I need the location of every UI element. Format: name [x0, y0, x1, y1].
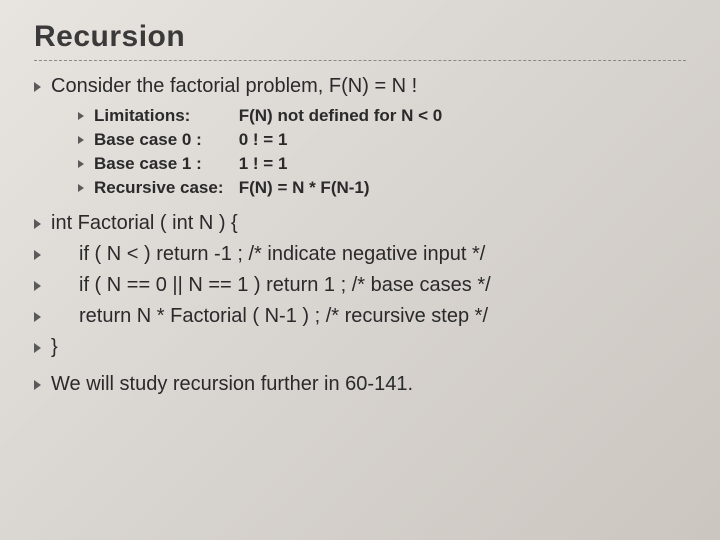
- sub-text: Base case 0 : 0 ! = 1: [94, 130, 287, 150]
- sub-label: Limitations:: [94, 106, 234, 126]
- triangle-bullet-icon: [34, 281, 41, 291]
- triangle-bullet-icon: [34, 250, 41, 260]
- code-line: return N * Factorial ( N-1 ) ; /* recurs…: [34, 305, 686, 328]
- closing-bullet: We will study recursion further in 60-14…: [34, 373, 686, 396]
- slide-title: Recursion: [34, 20, 686, 54]
- code-block: int Factorial ( int N ) { if ( N < ) ret…: [34, 212, 686, 359]
- code-text: int Factorial ( int N ) {: [51, 212, 238, 235]
- sub-value: F(N) not defined for N < 0: [239, 106, 443, 125]
- sub-value: 1 ! = 1: [239, 154, 288, 173]
- intro-text: Consider the factorial problem, F(N) = N…: [51, 75, 417, 98]
- sub-text: Limitations: F(N) not defined for N < 0: [94, 106, 442, 126]
- title-divider: [34, 60, 686, 61]
- sub-text: Recursive case: F(N) = N * F(N-1): [94, 178, 370, 198]
- sub-text: Base case 1 : 1 ! = 1: [94, 154, 287, 174]
- code-text: }: [51, 336, 58, 359]
- code-text: if ( N < ) return -1 ; /* indicate negat…: [51, 243, 485, 266]
- code-line: if ( N < ) return -1 ; /* indicate negat…: [34, 243, 686, 266]
- sub-bullets: Limitations: F(N) not defined for N < 0 …: [34, 106, 686, 198]
- sub-label: Recursive case:: [94, 178, 234, 198]
- triangle-bullet-icon: [78, 160, 84, 168]
- sub-item: Base case 1 : 1 ! = 1: [78, 154, 686, 174]
- triangle-bullet-icon: [78, 112, 84, 120]
- sub-item: Recursive case: F(N) = N * F(N-1): [78, 178, 686, 198]
- triangle-bullet-icon: [34, 82, 41, 92]
- triangle-bullet-icon: [34, 380, 41, 390]
- triangle-bullet-icon: [78, 184, 84, 192]
- closing-text: We will study recursion further in 60-14…: [51, 373, 413, 396]
- sub-label: Base case 0 :: [94, 130, 234, 150]
- sub-value: F(N) = N * F(N-1): [239, 178, 370, 197]
- triangle-bullet-icon: [34, 312, 41, 322]
- sub-item: Limitations: F(N) not defined for N < 0: [78, 106, 686, 126]
- sub-value: 0 ! = 1: [239, 130, 288, 149]
- triangle-bullet-icon: [34, 219, 41, 229]
- code-line: if ( N == 0 || N == 1 ) return 1 ; /* ba…: [34, 274, 686, 297]
- sub-label: Base case 1 :: [94, 154, 234, 174]
- code-text: if ( N == 0 || N == 1 ) return 1 ; /* ba…: [51, 274, 491, 297]
- code-line: }: [34, 336, 686, 359]
- code-text: return N * Factorial ( N-1 ) ; /* recurs…: [51, 305, 488, 328]
- slide: Recursion Consider the factorial problem…: [0, 0, 720, 540]
- intro-bullet: Consider the factorial problem, F(N) = N…: [34, 75, 686, 98]
- sub-item: Base case 0 : 0 ! = 1: [78, 130, 686, 150]
- triangle-bullet-icon: [78, 136, 84, 144]
- triangle-bullet-icon: [34, 343, 41, 353]
- code-line: int Factorial ( int N ) {: [34, 212, 686, 235]
